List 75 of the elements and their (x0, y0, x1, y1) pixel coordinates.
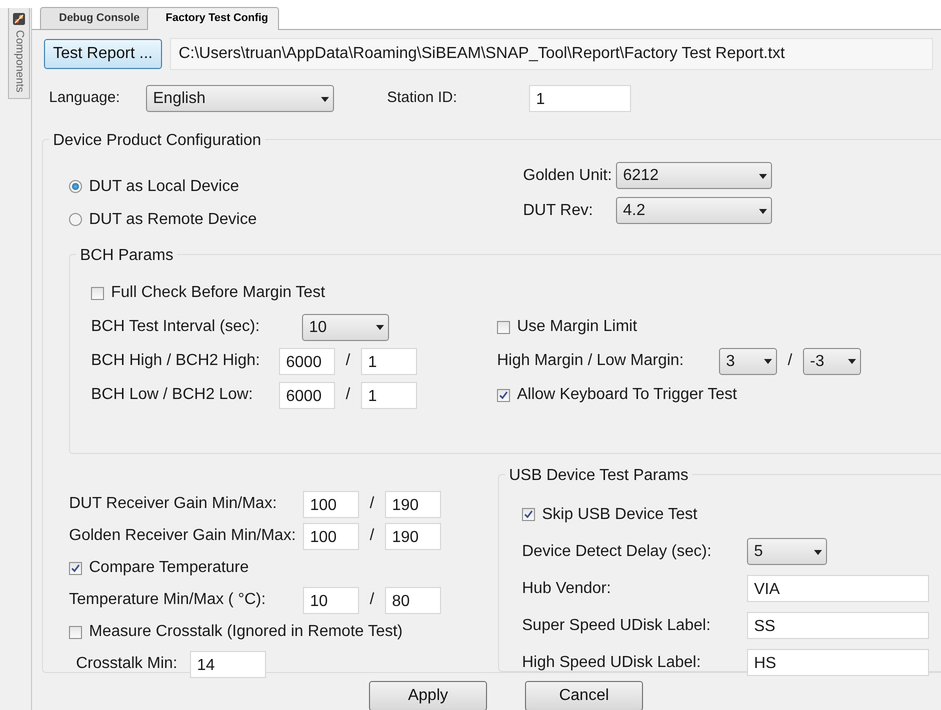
separator-text: / (344, 351, 352, 371)
language-dropdown[interactable]: English (146, 85, 334, 112)
input-field[interactable]: 100 (303, 490, 359, 518)
input-field[interactable]: 6000 (279, 348, 335, 374)
field-label: High Speed UDisk Label: (522, 652, 702, 672)
caret-icon (321, 96, 329, 102)
radio-button[interactable] (69, 180, 82, 193)
caret-icon (376, 325, 384, 330)
components-icon (12, 12, 26, 26)
caret-icon (759, 174, 767, 178)
separator-text: / (368, 494, 376, 514)
input-field[interactable]: 10 (303, 586, 359, 614)
field-label: Temperature Min/Max ( °C): (69, 590, 267, 610)
file-path-field: C:\Users\truan\AppData\Roaming\SiBEAM\SNAP_Tool\Report\Factory Test Report.txt (170, 38, 933, 70)
input-field[interactable]: 14 (190, 650, 266, 678)
dropdown[interactable]: 10 (302, 314, 389, 340)
radio-label: DUT as Remote Device (89, 210, 257, 230)
field-label: DUT Receiver Gain Min/Max: (69, 494, 278, 514)
dropdown[interactable]: 6212 (616, 162, 772, 189)
input-field[interactable]: 1 (361, 348, 417, 374)
dialog-button[interactable]: Cancel (525, 681, 643, 710)
field-label: Golden Receiver Gain Min/Max: (69, 526, 297, 546)
radio-button[interactable] (69, 213, 82, 226)
checkbox-label: Measure Crosstalk (Ignored in Remote Test) (89, 622, 403, 642)
input-field[interactable]: 190 (385, 522, 441, 550)
field-label: BCH Test Interval (sec): (91, 317, 261, 337)
field-label: Language: (49, 88, 121, 108)
input-field[interactable]: 100 (303, 522, 359, 550)
checkbox-label: Full Check Before Margin Test (111, 283, 326, 303)
checkbox[interactable] (497, 388, 510, 402)
separator-text: / (368, 526, 376, 546)
caret-icon (764, 359, 772, 364)
dropdown[interactable]: 4.2 (616, 197, 772, 224)
field-label: Hub Vendor: (522, 578, 612, 598)
checkbox[interactable] (497, 320, 510, 334)
dropdown[interactable]: 5 (747, 538, 827, 565)
field-label: High Margin / Low Margin: (497, 351, 685, 371)
dialog-button[interactable]: Apply (369, 681, 487, 710)
checkbox[interactable] (69, 562, 82, 574)
field-label: Crosstalk Min: (76, 654, 178, 674)
checkbox-label: Compare Temperature (89, 558, 249, 578)
input-field[interactable]: 80 (385, 586, 441, 614)
separator-text: / (786, 351, 794, 371)
tab[interactable]: Factory Test Config (146, 6, 280, 30)
field-label: Station ID: (387, 88, 458, 108)
caret-icon (759, 208, 767, 214)
field-label: Device Detect Delay (sec): (522, 542, 712, 562)
dropdown[interactable]: 3 (719, 348, 777, 374)
input-field[interactable]: 190 (385, 490, 441, 518)
side-panel-tab[interactable]: Components (8, 8, 30, 100)
field-label: BCH High / BCH2 High: (91, 351, 261, 371)
caret-icon (814, 550, 822, 554)
separator-text: / (368, 590, 376, 610)
field-label: Golden Unit: (523, 166, 613, 186)
input-field[interactable]: SS (747, 612, 929, 639)
checkbox[interactable] (69, 626, 82, 638)
input-field[interactable]: HS (747, 649, 929, 676)
field-label: Super Speed UDisk Label: (522, 616, 712, 636)
input-field[interactable]: 1 (529, 85, 631, 112)
field-label: BCH Low / BCH2 Low: (91, 385, 254, 405)
separator-text: / (344, 385, 352, 405)
input-field[interactable]: 1 (361, 382, 417, 408)
checkbox-label: Allow Keyboard To Trigger Test (517, 385, 737, 405)
checkbox-label: Skip USB Device Test (542, 504, 698, 524)
field-label: DUT Rev: (523, 200, 594, 220)
input-field[interactable]: 6000 (279, 382, 335, 408)
checkbox[interactable] (91, 286, 104, 300)
caret-icon (848, 359, 856, 364)
tab[interactable]: Debug Console (40, 6, 151, 29)
checkbox-label: Use Margin Limit (517, 317, 638, 337)
dropdown[interactable]: -3 (803, 348, 861, 374)
test-report-button[interactable]: Test Report ... (44, 39, 162, 69)
input-field[interactable]: VIA (747, 575, 929, 602)
checkbox[interactable] (522, 508, 535, 521)
radio-label: DUT as Local Device (89, 176, 239, 196)
